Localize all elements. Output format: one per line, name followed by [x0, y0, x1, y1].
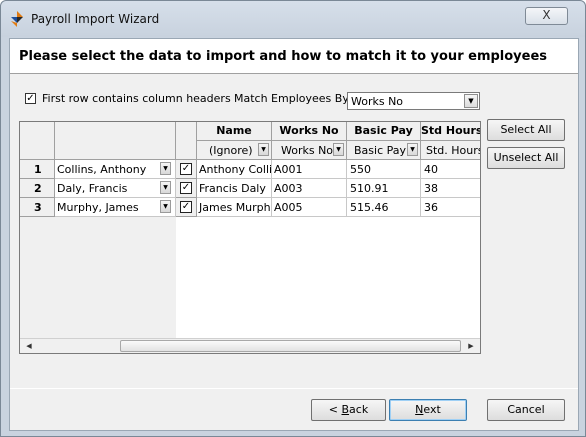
row-select-checkbox[interactable]: ✓ — [180, 201, 192, 213]
wizard-instructions: Please select the data to import and how… — [19, 49, 548, 64]
table-cell[interactable]: A003 — [272, 179, 347, 198]
back-button-rest: ack — [349, 403, 369, 416]
payroll-import-window: Payroll Import Wizard X Please select th… — [0, 0, 586, 437]
table-cell[interactable]: A001 — [272, 160, 347, 179]
column-header-works-no: Works No — [272, 122, 347, 141]
first-row-headers-label: First row contains column headers — [42, 92, 231, 105]
table-cell[interactable]: Francis Daly — [197, 179, 272, 198]
row-select-checkbox[interactable]: ✓ — [180, 163, 192, 175]
cell-works-no: A005 — [274, 201, 303, 214]
table-cell[interactable]: A005 — [272, 198, 347, 217]
cell-basic-pay: 515.46 — [350, 201, 389, 214]
unselect-all-button[interactable]: Unselect All — [487, 147, 565, 169]
chevron-down-icon[interactable]: ▼ — [333, 143, 344, 156]
chevron-down-icon[interactable]: ▼ — [464, 94, 478, 108]
cell-basic-pay: 550 — [350, 163, 371, 176]
row-select-cell[interactable]: ✓ — [176, 160, 197, 179]
row-select-cell[interactable]: ✓ — [176, 198, 197, 217]
employee-select[interactable]: Murphy, James ▼ — [55, 198, 176, 217]
employee-select-value: Daly, Francis — [57, 182, 128, 195]
chevron-down-icon[interactable]: ▼ — [160, 200, 171, 213]
cancel-button[interactable]: Cancel — [487, 399, 565, 421]
chevron-down-icon[interactable]: ▼ — [160, 181, 171, 194]
row-select-checkbox[interactable]: ✓ — [180, 182, 192, 194]
table-cell[interactable]: 510.91 — [347, 179, 421, 198]
horizontal-scrollbar[interactable]: ◀ ▶ — [20, 338, 480, 353]
basic-pay-mapping-value: Basic Pay — [354, 144, 407, 157]
cell-works-no: A003 — [274, 182, 303, 195]
column-header-name: Name — [197, 122, 272, 141]
employee-select-value: Murphy, James — [57, 201, 139, 214]
cell-name: Francis Daly — [199, 182, 266, 195]
row-number-header — [20, 122, 55, 160]
first-row-headers-checkbox[interactable]: ✓ — [25, 93, 36, 104]
name-mapping-select[interactable]: (Ignore) ▼ — [197, 141, 272, 160]
table-cell[interactable]: Anthony Collins — [197, 160, 272, 179]
column-header-basic-pay: Basic Pay — [347, 122, 421, 141]
cell-name: James Murphy — [199, 201, 272, 214]
row-select-cell[interactable]: ✓ — [176, 179, 197, 198]
close-button[interactable]: X — [525, 7, 568, 25]
back-button[interactable]: < Back — [311, 399, 386, 421]
next-button[interactable]: Next — [389, 399, 467, 421]
scrollbar-thumb[interactable] — [120, 340, 461, 352]
back-button-accel: B — [341, 403, 350, 416]
employee-select[interactable]: Daly, Francis ▼ — [55, 179, 176, 198]
title-bar[interactable]: Payroll Import Wizard X — [1, 1, 585, 37]
table-cell[interactable]: James Murphy — [197, 198, 272, 217]
table-cell[interactable]: 36 — [421, 198, 480, 217]
row-number-text: 2 — [34, 182, 42, 195]
basic-pay-mapping-select[interactable]: Basic Pay ▼ — [347, 141, 421, 160]
std-hours-mapping-select[interactable]: Std. Hours — [421, 141, 481, 160]
employee-select[interactable]: Collins, Anthony ▼ — [55, 160, 176, 179]
column-header-std-hours: Std Hours — [421, 122, 480, 141]
employee-match-header — [55, 122, 176, 160]
app-logo-icon — [11, 11, 23, 27]
works-no-mapping-select[interactable]: Works No ▼ — [272, 141, 347, 160]
select-column-header — [176, 122, 197, 160]
match-employees-value: Works No — [351, 95, 404, 108]
std-hours-mapping-value: Std. Hours — [426, 144, 481, 157]
chevron-down-icon[interactable]: ▼ — [160, 162, 171, 175]
cell-works-no: A001 — [274, 163, 303, 176]
arrow-right-icon[interactable]: ▶ — [464, 340, 478, 353]
back-button-prefix: < — [328, 403, 342, 416]
works-no-mapping-value: Works No — [281, 144, 334, 157]
match-employees-select[interactable]: Works No ▼ — [347, 92, 480, 110]
row-number: 1 — [20, 160, 55, 179]
cell-std-hours: 38 — [424, 182, 438, 195]
select-all-button[interactable]: Select All — [487, 119, 565, 141]
row-number: 3 — [20, 198, 55, 217]
cell-std-hours: 36 — [424, 201, 438, 214]
import-data-grid[interactable]: Name Works No Basic Pay Std Hours (Ignor… — [19, 121, 481, 354]
chevron-down-icon[interactable]: ▼ — [407, 143, 418, 156]
table-cell[interactable]: 40 — [421, 160, 480, 179]
wizard-header-panel: Please select the data to import and how… — [10, 39, 578, 74]
cell-basic-pay: 510.91 — [350, 182, 389, 195]
close-icon: X — [542, 8, 551, 22]
table-cell[interactable]: 38 — [421, 179, 480, 198]
chevron-down-icon[interactable]: ▼ — [258, 143, 269, 156]
match-employees-label: Match Employees By — [234, 92, 349, 105]
row-number-text: 3 — [34, 201, 42, 214]
cell-name: Anthony Collins — [199, 163, 272, 176]
arrow-left-icon[interactable]: ◀ — [22, 340, 36, 353]
wizard-client-area: Please select the data to import and how… — [9, 38, 579, 431]
window-title: Payroll Import Wizard — [31, 12, 160, 26]
employee-select-value: Collins, Anthony — [57, 163, 147, 176]
row-number-text: 1 — [34, 163, 42, 176]
next-button-rest: ext — [423, 403, 441, 416]
row-number: 2 — [20, 179, 55, 198]
table-cell[interactable]: 550 — [347, 160, 421, 179]
footer-divider — [10, 388, 578, 389]
name-mapping-value: (Ignore) — [209, 144, 253, 157]
table-cell[interactable]: 515.46 — [347, 198, 421, 217]
cell-std-hours: 40 — [424, 163, 438, 176]
